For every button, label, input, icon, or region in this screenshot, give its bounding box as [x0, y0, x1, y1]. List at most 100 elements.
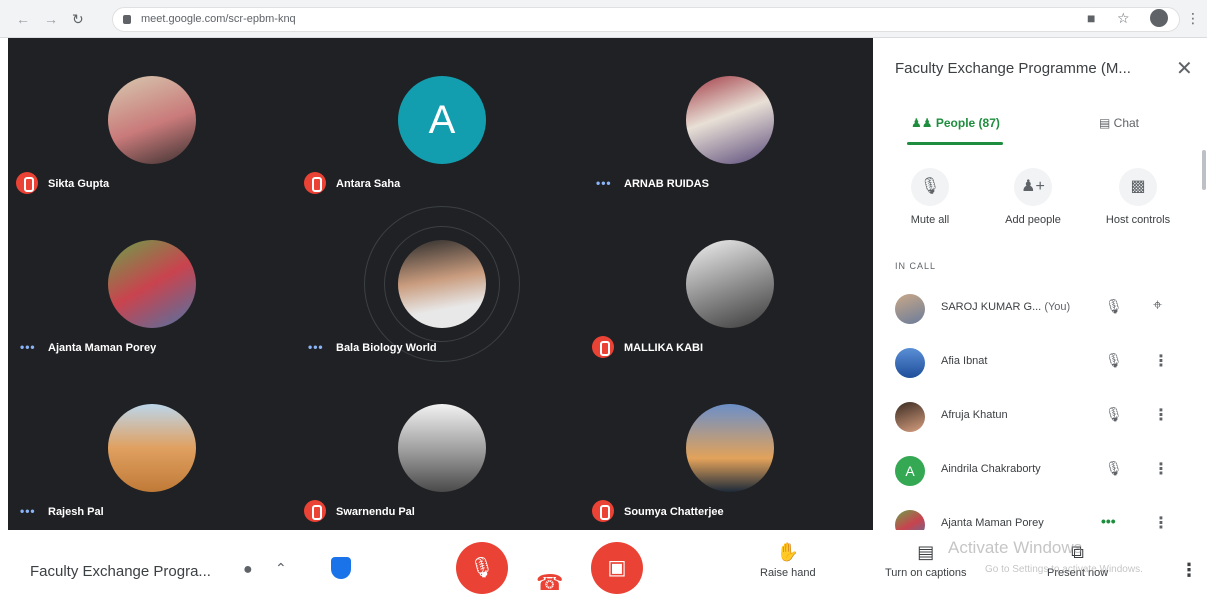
camera-icon[interactable]: ■ [1087, 10, 1095, 26]
hand-icon: ✋ [776, 542, 800, 562]
hang-up-icon[interactable]: ☎ [536, 570, 563, 596]
close-icon[interactable]: ✕ [1176, 56, 1193, 81]
camera-toggle-button[interactable]: ▣ [591, 542, 643, 594]
meeting-title[interactable]: Faculty Exchange Progra... [30, 563, 211, 580]
participant-name: Rajesh Pal [48, 506, 104, 518]
mute-all-button[interactable]: 🎙 Mute all [885, 168, 975, 226]
mic-off-icon: 🎙 [469, 557, 495, 579]
url-text: meet.google.com/scr-epbm-knq [141, 13, 296, 25]
section-label: IN CALL [895, 261, 937, 271]
participant-name: Antara Saha [336, 178, 401, 190]
microphone-toggle-button[interactable]: 🎙 [456, 542, 508, 594]
browser-toolbar: ← → ↻ meet.google.com/scr-epbm-knq ■ ☆ ⋮ [0, 0, 1207, 38]
participant-avatar [686, 404, 774, 492]
people-icon: ● [243, 561, 253, 578]
people-icon: ♟♟ [911, 116, 936, 130]
chevron-up-icon[interactable]: ⌃ [275, 560, 287, 577]
participant-avatar [108, 240, 196, 328]
participant-name: MALLIKA KABI [624, 342, 704, 354]
participant-row[interactable]: SAROJ KUMAR G... (You) 🎙 ⌖ [873, 282, 1207, 336]
mic-off-icon: 🎙 [1105, 406, 1123, 422]
mic-off-icon [592, 500, 614, 522]
reload-icon[interactable]: ↻ [72, 11, 84, 28]
back-icon[interactable]: ← [16, 11, 30, 27]
participant-name: Ajanta Maman Porey [48, 342, 157, 354]
lock-icon [123, 15, 131, 24]
participant-name: ARNAB RUIDAS [624, 178, 709, 190]
windows-watermark: Activate Windows [948, 538, 1083, 557]
panel-scrollbar[interactable] [1202, 150, 1206, 190]
participant-row[interactable]: Afia Ibnat 🎙 ⋮ [873, 336, 1207, 390]
participant-grid: Sikta Gupta A Antara Saha ••• ARNAB RUID… [8, 38, 873, 530]
participant-name: Swarnendu Pal [336, 506, 415, 518]
speaking-indicator-icon: ••• [596, 176, 612, 190]
speaking-indicator-icon: ••• [20, 340, 36, 354]
participant-name: Soumya Chatterjee [624, 506, 724, 518]
participant-avatar [686, 76, 774, 164]
participant-name: Sikta Gupta [48, 178, 110, 190]
star-icon[interactable]: ☆ [1117, 10, 1130, 27]
chat-icon: ▤ [1099, 116, 1114, 130]
participant-tile[interactable]: ••• ARNAB RUIDAS [584, 38, 872, 202]
participant-name: Afia Ibnat [941, 355, 988, 367]
more-vert-icon[interactable]: ⋮ [1153, 405, 1169, 425]
participant-tile[interactable]: Swarnendu Pal [296, 366, 584, 530]
mic-off-icon [592, 336, 614, 358]
participant-tile[interactable]: Soumya Chatterjee [584, 366, 872, 530]
speaking-indicator-icon: ••• [1101, 513, 1116, 529]
participant-avatar [398, 240, 486, 328]
participant-avatar [398, 404, 486, 492]
participant-name: Bala Biology World [336, 342, 437, 354]
participant-tile[interactable]: Sikta Gupta [8, 38, 296, 202]
participant-avatar [108, 76, 196, 164]
participant-avatar: A [895, 456, 925, 486]
add-person-icon: ♟+ [1014, 168, 1052, 206]
windows-watermark-subtitle: Go to Settings to activate Windows. [985, 564, 1143, 575]
participant-tile[interactable]: ••• Rajesh Pal [8, 366, 296, 530]
participant-avatar: A [398, 76, 486, 164]
participant-avatar [686, 240, 774, 328]
participant-tile[interactable]: ••• Ajanta Maman Porey [8, 202, 296, 366]
raise-hand-button[interactable]: ✋ Raise hand [760, 542, 816, 579]
more-vert-icon[interactable]: ⋮ [1153, 459, 1169, 479]
tab-chat[interactable]: ▤ Chat [1099, 116, 1139, 130]
speaking-indicator-icon: ••• [308, 340, 324, 354]
profile-icon[interactable] [1150, 9, 1168, 27]
mic-off-icon [304, 500, 326, 522]
participant-name: SAROJ KUMAR G... (You) [941, 301, 1071, 313]
panel-title: Faculty Exchange Programme (M... [895, 60, 1131, 77]
mic-off-icon: 🎙 [1105, 352, 1123, 368]
mic-off-icon: 🎙 [911, 168, 949, 206]
tab-people[interactable]: ♟♟ People (87) [911, 116, 1000, 130]
active-tab-indicator [907, 142, 1003, 145]
toggle-icon: ▩ [1119, 168, 1157, 206]
participant-tile[interactable]: MALLIKA KABI [584, 202, 872, 366]
speaking-indicator-icon: ••• [20, 504, 36, 518]
participant-row[interactable]: Afruja Khatun 🎙 ⋮ [873, 390, 1207, 444]
camera-off-icon: ▣ [607, 557, 627, 579]
menu-icon[interactable]: ⋮ [1186, 10, 1200, 27]
participant-name: Afruja Khatun [941, 409, 1008, 421]
participant-name: Aindrila Chakraborty [941, 463, 1041, 475]
pin-icon[interactable]: ⌖ [1153, 297, 1162, 315]
participant-row[interactable]: A Aindrila Chakraborty 🎙 ⋮ [873, 444, 1207, 498]
mic-off-icon [304, 172, 326, 194]
address-bar[interactable]: meet.google.com/scr-epbm-knq [112, 7, 1180, 32]
shield-icon[interactable] [331, 557, 351, 579]
forward-icon[interactable]: → [44, 11, 58, 27]
participant-avatar [108, 404, 196, 492]
participant-tile[interactable]: A Antara Saha [296, 38, 584, 202]
meeting-controls-bar: Faculty Exchange Progra... ● ⌃ 🎙 ☎ ▣ ✋ R… [0, 530, 1207, 596]
mic-off-icon [16, 172, 38, 194]
mic-off-icon: 🎙 [1105, 298, 1123, 314]
participant-avatar [895, 348, 925, 378]
more-vert-icon[interactable]: ⋮ [1153, 351, 1169, 371]
more-options-icon[interactable]: ⋮ [1180, 560, 1198, 581]
add-people-button[interactable]: ♟+ Add people [988, 168, 1078, 226]
participant-avatar [895, 294, 925, 324]
mic-off-icon: 🎙 [1105, 460, 1123, 476]
participant-name: Ajanta Maman Porey [941, 517, 1044, 529]
participant-tile[interactable]: ••• Bala Biology World [296, 202, 584, 366]
participant-avatar [895, 402, 925, 432]
host-controls-button[interactable]: ▩ Host controls [1093, 168, 1183, 226]
